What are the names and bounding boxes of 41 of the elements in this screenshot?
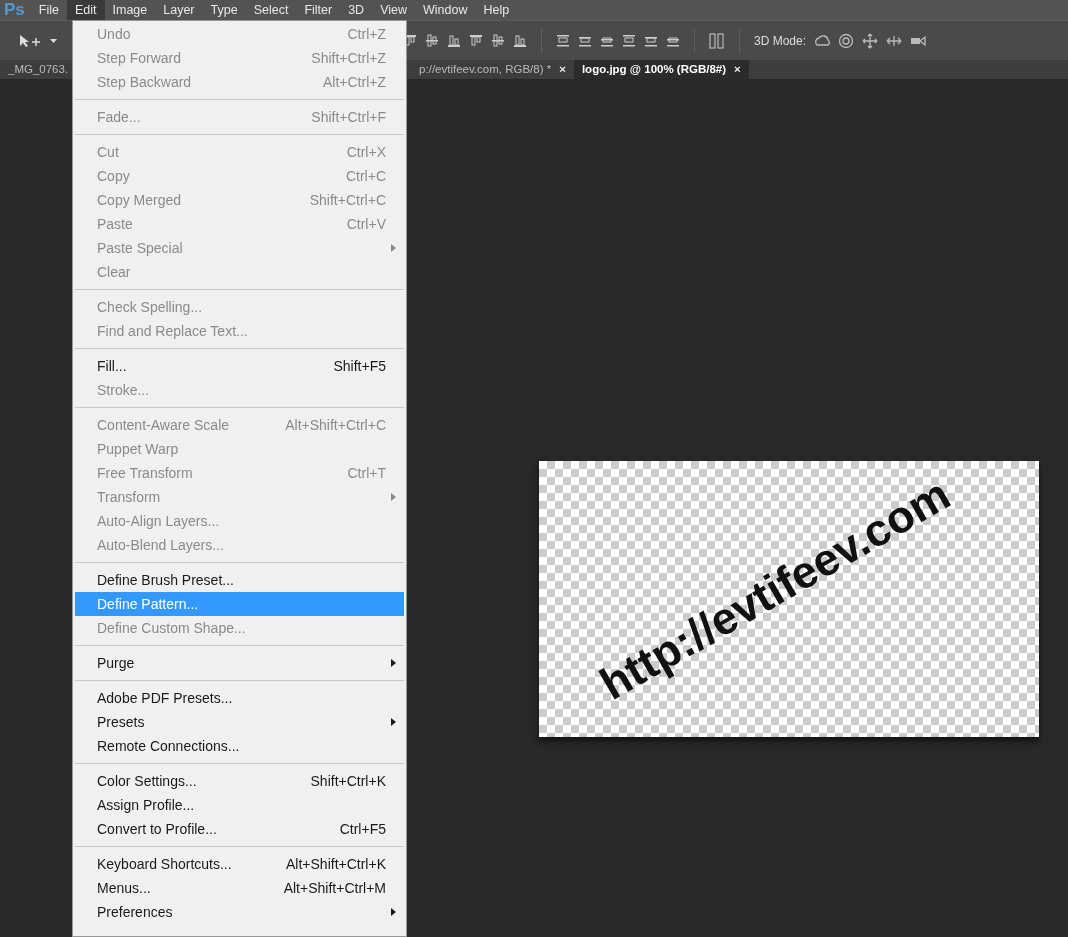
auto-align-icon[interactable] xyxy=(709,32,725,49)
app-logo: Ps xyxy=(3,0,26,20)
close-icon[interactable]: × xyxy=(559,63,566,75)
menu-item[interactable]: Adobe PDF Presets... xyxy=(75,686,404,710)
menu-item[interactable]: Purge xyxy=(75,651,404,675)
orbit-icon[interactable] xyxy=(814,32,831,49)
menu-item[interactable]: Window xyxy=(415,0,476,20)
drag-icon[interactable] xyxy=(862,32,879,49)
menu-item[interactable]: Presets xyxy=(75,710,404,734)
caret-icon[interactable] xyxy=(50,38,57,43)
close-icon[interactable]: × xyxy=(734,63,741,75)
roll-icon[interactable] xyxy=(838,32,855,49)
menu-item[interactable]: Define Brush Preset... xyxy=(75,568,404,592)
menu-item[interactable]: Select xyxy=(245,0,297,20)
menu-item[interactable]: Fill... Shift+F5 xyxy=(75,354,404,378)
document-tab[interactable]: logo.jpg @ 100% (RGB/8#) × xyxy=(573,60,749,79)
align-icon[interactable] xyxy=(425,32,439,49)
menu-item[interactable]: Help xyxy=(475,0,518,20)
menu-item[interactable]: 3D xyxy=(340,0,373,20)
menu-item[interactable]: Keyboard Shortcuts... Alt+Shift+Ctrl+K xyxy=(75,852,404,876)
menu-item[interactable]: File xyxy=(30,0,67,20)
align-icon[interactable] xyxy=(513,32,527,49)
menu-item[interactable]: Layer xyxy=(155,0,203,20)
mode-label: 3D Mode: xyxy=(754,32,807,50)
move-tool-icon[interactable] xyxy=(18,32,42,49)
menu-item[interactable]: Menus... Alt+Shift+Ctrl+M xyxy=(75,876,404,900)
menu-item[interactable]: Convert to Profile... Ctrl+F5 xyxy=(75,817,404,841)
menu-item[interactable]: Remote Connections... xyxy=(75,734,404,758)
align-icon[interactable] xyxy=(469,32,483,49)
menu-item[interactable]: Assign Profile... xyxy=(75,793,404,817)
menu-item[interactable]: Edit xyxy=(66,0,105,20)
menu-item[interactable]: Image xyxy=(104,0,156,20)
align-icon[interactable] xyxy=(447,32,461,49)
menu-item[interactable]: Type xyxy=(202,0,246,20)
menu-item[interactable]: Preferences xyxy=(75,900,404,924)
menu-item[interactable]: Color Settings... Shift+Ctrl+K xyxy=(75,769,404,793)
align-icon[interactable] xyxy=(491,32,505,49)
distribute-icon[interactable] xyxy=(556,32,570,49)
menu-item[interactable]: Filter xyxy=(296,0,341,20)
menu-item[interactable]: View xyxy=(372,0,416,20)
distribute-icon[interactable] xyxy=(622,32,636,49)
